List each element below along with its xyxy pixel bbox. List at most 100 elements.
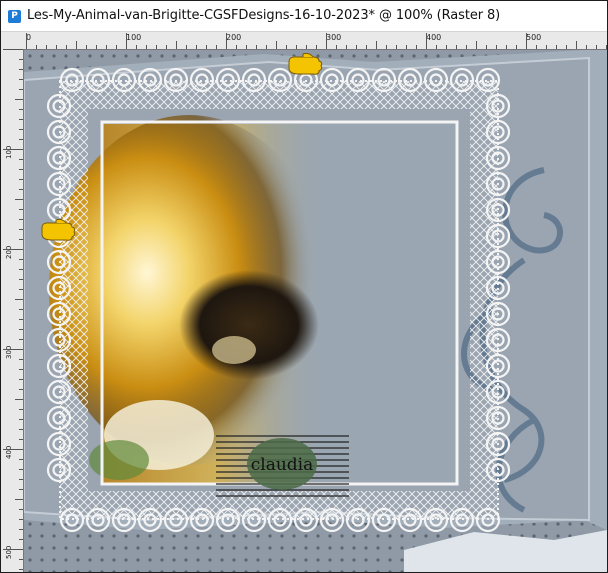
ruler-tick: [19, 259, 23, 260]
ruler-label: 400: [5, 445, 13, 459]
ruler-tick: [426, 33, 427, 49]
ruler-tick: [3, 349, 23, 350]
ruler-tick: [206, 45, 207, 49]
ruler-tick: [19, 229, 23, 230]
ruler-tick: [136, 45, 137, 49]
ruler-tick: [19, 59, 23, 60]
ruler-tick: [19, 369, 23, 370]
ruler-label: 200: [5, 245, 13, 259]
ruler-tick: [226, 33, 227, 49]
ruler-tick: [466, 45, 467, 49]
ruler-tick: [19, 519, 23, 520]
ruler-tick: [19, 489, 23, 490]
paintshop-pro-icon: P: [8, 10, 21, 23]
ruler-tick: [26, 33, 27, 49]
ruler-tick: [86, 45, 87, 49]
ruler-tick: [19, 159, 23, 160]
ruler-label: 300: [5, 345, 13, 359]
ruler-tick: [19, 309, 23, 310]
ruler-tick: [46, 45, 47, 49]
ruler-tick: [19, 219, 23, 220]
ruler-tick: [266, 45, 267, 49]
artwork: claudia: [24, 50, 607, 572]
ruler-tick: [19, 129, 23, 130]
ruler-tick: [19, 179, 23, 180]
window-titlebar[interactable]: P Les-My-Animal-van-Brigitte-CGSFDesigns…: [1, 1, 607, 32]
ruler-tick: [19, 109, 23, 110]
ruler-tick: [586, 45, 587, 49]
ruler-tick: [296, 45, 297, 49]
ruler-tick: [19, 79, 23, 80]
ruler-label: 100: [5, 145, 13, 159]
ruler-tick: [216, 45, 217, 49]
ruler-tick: [19, 289, 23, 290]
image-canvas[interactable]: claudia: [24, 50, 607, 572]
ruler-tick: [116, 45, 117, 49]
ruler-tick: [19, 319, 23, 320]
ruler-tick: [396, 45, 397, 49]
ruler-tick: [19, 389, 23, 390]
ruler-tick: [606, 45, 607, 49]
ruler-tick: [256, 45, 257, 49]
ruler-label: 500: [526, 33, 542, 42]
ruler-tick: [316, 45, 317, 49]
ruler-tick: [336, 45, 337, 49]
ruler-tick: [406, 45, 407, 49]
ruler-tick: [19, 279, 23, 280]
ruler-tick: [326, 33, 327, 49]
leaf: [89, 440, 149, 480]
ruler-tick: [56, 45, 57, 49]
ruler-tick: [556, 45, 557, 49]
ruler-tick: [15, 99, 23, 100]
ruler-tick: [156, 45, 157, 49]
ruler-tick: [486, 45, 487, 49]
ruler-tick: [3, 449, 23, 450]
ruler-tick: [236, 45, 237, 49]
ruler-tick: [19, 269, 23, 270]
ruler-tick: [536, 45, 537, 49]
ruler-tick: [3, 549, 23, 550]
ruler-tick: [3, 149, 23, 150]
ruler-tick: [19, 439, 23, 440]
ruler-tick: [19, 509, 23, 510]
ruler-tick: [19, 329, 23, 330]
ruler-tick: [546, 45, 547, 49]
bee: [179, 270, 319, 380]
ruler-tick: [15, 499, 23, 500]
ruler-tick: [356, 45, 357, 49]
ruler-tick: [19, 139, 23, 140]
ruler-tick: [19, 339, 23, 340]
ruler-tick: [19, 209, 23, 210]
ruler-corner: [1, 32, 24, 50]
ruler-tick: [526, 33, 527, 49]
ruler-tick: [19, 239, 23, 240]
bee-wing: [212, 336, 256, 364]
ruler-tick: [19, 169, 23, 170]
vertical-ruler[interactable]: 100 200 300 400 500: [1, 49, 24, 572]
ruler-tick: [19, 429, 23, 430]
ruler-tick: [15, 299, 23, 300]
ruler-tick: [386, 45, 387, 49]
ruler-tick: [346, 45, 347, 49]
ruler-tick: [19, 89, 23, 90]
ruler-tick: [506, 45, 507, 49]
watermark-text: claudia: [251, 455, 314, 475]
ruler-tick: [246, 45, 247, 49]
ruler-tick: [566, 45, 567, 49]
ruler-tick: [166, 45, 167, 49]
ruler-tick: [19, 409, 23, 410]
horizontal-ruler[interactable]: 0 100 200 300 400 500: [23, 32, 607, 50]
ruler-tick: [19, 419, 23, 420]
ruler-tick: [36, 45, 37, 49]
image-window: P Les-My-Animal-van-Brigitte-CGSFDesigns…: [0, 0, 608, 573]
ruler-tick: [19, 189, 23, 190]
ruler-tick: [446, 45, 447, 49]
ruler-tick: [19, 569, 23, 570]
ruler-tick: [96, 45, 97, 49]
ruler-tick: [66, 45, 67, 49]
ruler-tick: [126, 33, 127, 49]
window-title: Les-My-Animal-van-Brigitte-CGSFDesigns-1…: [27, 8, 501, 23]
ruler-tick: [496, 45, 497, 49]
ruler-tick: [146, 45, 147, 49]
ruler-tick: [276, 41, 277, 49]
